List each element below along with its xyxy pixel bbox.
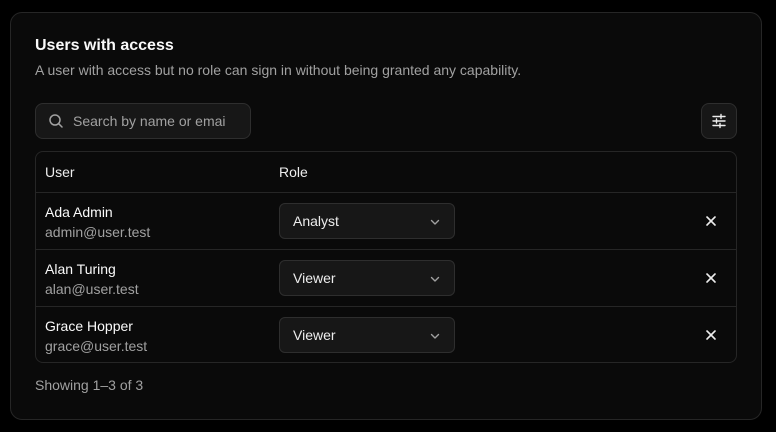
search-icon xyxy=(49,114,63,128)
remove-user-button[interactable] xyxy=(700,267,722,289)
role-select[interactable]: Viewer xyxy=(279,260,455,296)
role-value: Viewer xyxy=(293,327,336,343)
users-table: User Role Ada Admin admin@user.test Anal… xyxy=(35,151,737,363)
column-header-role: Role xyxy=(279,164,308,180)
column-header-user: User xyxy=(45,164,75,180)
user-name: Ada Admin xyxy=(45,204,113,220)
card-title: Users with access xyxy=(35,37,174,54)
chevron-down-icon xyxy=(430,333,440,339)
table-row: Alan Turing alan@user.test Viewer xyxy=(36,250,736,307)
users-access-card: Users with access A user with access but… xyxy=(10,12,762,420)
user-email: admin@user.test xyxy=(45,224,151,240)
pagination-status: Showing 1–3 of 3 xyxy=(35,377,144,393)
sliders-icon xyxy=(712,113,726,129)
role-value: Viewer xyxy=(293,270,336,286)
table-header: User Role xyxy=(36,152,736,193)
table-row: Grace Hopper grace@user.test Viewer xyxy=(36,307,736,364)
role-value: Analyst xyxy=(293,213,339,229)
close-icon xyxy=(706,330,716,340)
user-email: alan@user.test xyxy=(45,281,139,297)
close-icon xyxy=(706,216,716,226)
chevron-down-icon xyxy=(430,219,440,225)
user-email: grace@user.test xyxy=(45,338,148,354)
chevron-down-icon xyxy=(430,276,440,282)
card-subtitle: A user with access but no role can sign … xyxy=(35,62,522,78)
role-select[interactable]: Viewer xyxy=(279,317,455,353)
search-input[interactable] xyxy=(73,113,233,129)
user-name: Grace Hopper xyxy=(45,318,133,334)
filter-button[interactable] xyxy=(701,103,737,139)
close-icon xyxy=(706,273,716,283)
remove-user-button[interactable] xyxy=(700,324,722,346)
table-row: Ada Admin admin@user.test Analyst xyxy=(36,193,736,250)
remove-user-button[interactable] xyxy=(700,210,722,232)
search-box[interactable] xyxy=(35,103,251,139)
role-select[interactable]: Analyst xyxy=(279,203,455,239)
user-name: Alan Turing xyxy=(45,261,116,277)
